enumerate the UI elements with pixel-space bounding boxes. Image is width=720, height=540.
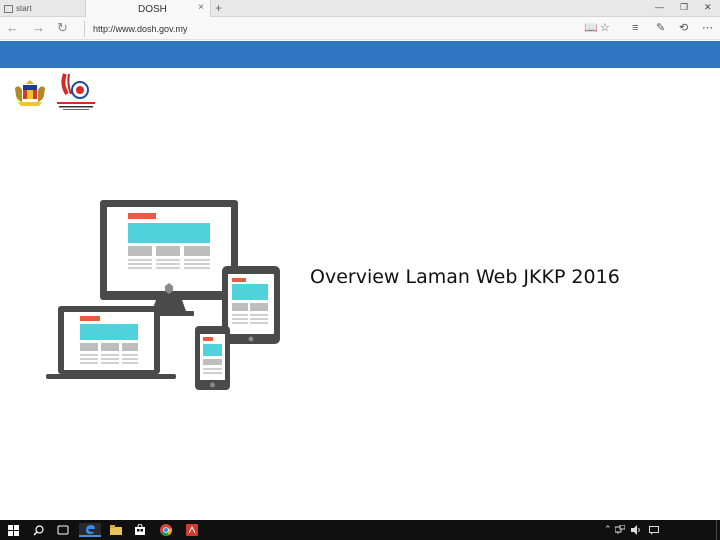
file-explorer-icon[interactable] — [109, 523, 123, 537]
desktop-monitor — [100, 200, 238, 316]
coat-of-arms-logo — [15, 80, 45, 106]
task-view-icon[interactable] — [56, 523, 70, 537]
back-button[interactable]: ← — [6, 20, 19, 36]
web-note-icon[interactable]: ✎ — [656, 21, 665, 35]
volume-icon[interactable] — [630, 523, 642, 537]
network-icon[interactable] — [614, 523, 626, 537]
tab-close-icon[interactable]: × — [198, 2, 204, 13]
tab-bar: start DOSH × + — ❐ ✕ — [0, 0, 720, 18]
address-bar[interactable]: http://www.dosh.gov.my — [84, 21, 564, 37]
start-tab-label: start — [16, 4, 32, 13]
tablet-device — [222, 266, 280, 344]
phone-device — [195, 326, 230, 390]
forward-button[interactable]: → — [32, 20, 45, 36]
share-icon[interactable]: ⟲ — [679, 21, 688, 35]
chevron-up-icon[interactable]: ⌃ — [604, 524, 612, 535]
chrome-icon[interactable] — [159, 523, 173, 537]
laptop-device — [46, 306, 176, 379]
message-icon[interactable] — [648, 523, 660, 537]
dosh-logo — [57, 73, 95, 110]
hub-icon[interactable]: ≡ — [632, 21, 638, 35]
screen: start DOSH × + — ❐ ✕ ← → ↻ http://www.do… — [0, 0, 720, 540]
reading-view-icon[interactable]: 📖 — [584, 21, 598, 35]
more-icon[interactable]: ⋯ — [702, 21, 713, 35]
taskbar: ⌃ — [0, 520, 720, 540]
header-band — [0, 41, 720, 68]
window-icon — [4, 4, 13, 13]
active-tab-title: DOSH — [138, 4, 167, 15]
edge-icon[interactable] — [79, 523, 101, 537]
show-desktop-button[interactable] — [716, 520, 720, 540]
navigation-bar: ← → ↻ http://www.dosh.gov.my 📖 ☆ ≡ ✎ ⟲ ⋯ — [0, 17, 720, 40]
favorite-icon[interactable]: ☆ — [600, 21, 610, 35]
new-tab-button[interactable]: + — [215, 1, 222, 15]
pdf-icon[interactable] — [185, 523, 199, 537]
active-tab[interactable]: DOSH × — [85, 0, 211, 18]
start-tab[interactable]: start — [4, 2, 32, 15]
responsive-devices-illustration — [46, 200, 280, 390]
restore-button[interactable]: ❐ — [680, 2, 688, 13]
page-headline: Overview Laman Web JKKP 2016 — [310, 266, 620, 288]
store-icon[interactable] — [133, 523, 147, 537]
search-icon[interactable] — [31, 523, 45, 537]
refresh-button[interactable]: ↻ — [57, 20, 68, 36]
start-icon[interactable] — [6, 523, 20, 537]
close-window-button[interactable]: ✕ — [704, 2, 712, 13]
minimize-button[interactable]: — — [655, 2, 664, 12]
